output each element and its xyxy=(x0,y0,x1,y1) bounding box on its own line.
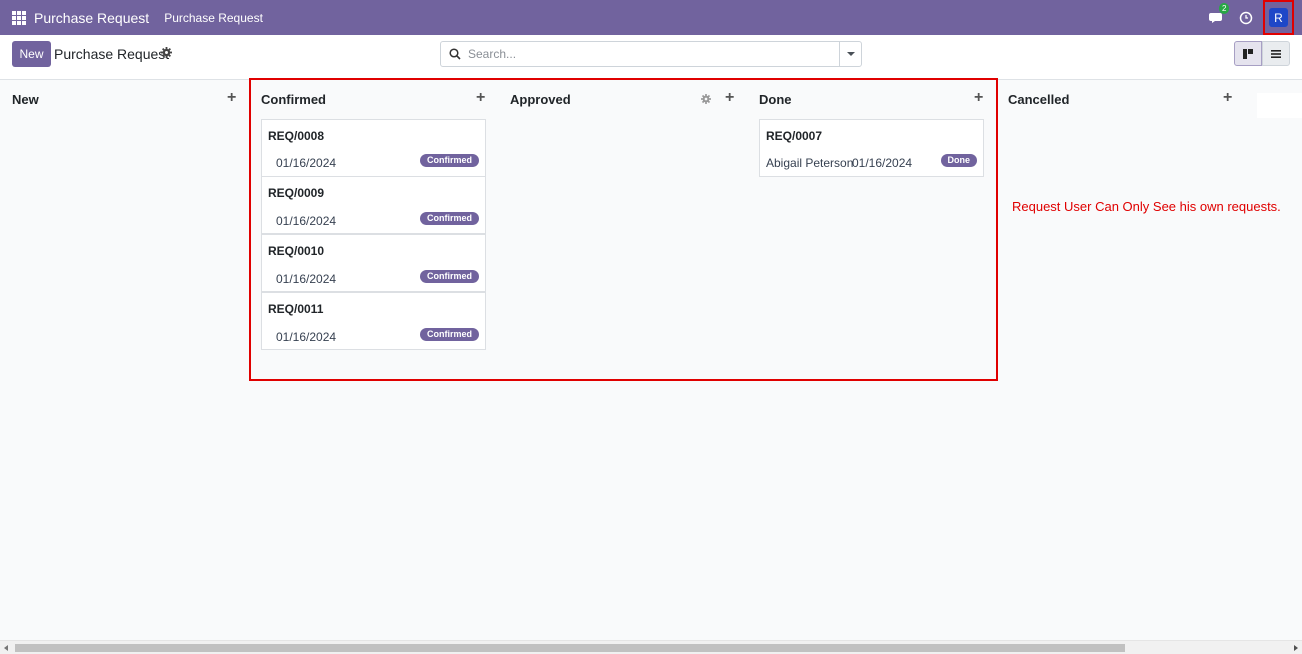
scroll-right-icon[interactable] xyxy=(1294,645,1298,651)
search-bar xyxy=(440,41,862,67)
search-options-toggle[interactable] xyxy=(839,42,861,66)
search-input[interactable] xyxy=(468,47,838,61)
quick-create-confirmed-icon[interactable]: + xyxy=(476,90,486,106)
card-user: Abigail Peterson xyxy=(766,156,854,170)
column-header-done[interactable]: Done xyxy=(759,92,792,108)
kanban-card[interactable]: REQ/0009 01/16/2024 Confirmed xyxy=(261,176,486,234)
kanban-view-button[interactable] xyxy=(1234,41,1262,66)
navbar-systray: 2 R xyxy=(1209,0,1302,35)
status-badge: Confirmed xyxy=(420,270,479,283)
column-gear-icon[interactable] xyxy=(701,94,711,104)
list-icon xyxy=(1271,49,1281,58)
activity-clock-icon[interactable] xyxy=(1239,11,1253,25)
kanban-icon xyxy=(1243,48,1253,59)
card-reference: REQ/0010 xyxy=(268,244,325,258)
app-brand[interactable]: Purchase Request xyxy=(34,10,149,26)
messaging-badge: 2 xyxy=(1219,2,1230,14)
user-avatar[interactable]: R xyxy=(1269,8,1288,27)
card-date: 01/16/2024 xyxy=(852,156,913,170)
card-date: 01/16/2024 xyxy=(276,330,337,344)
scroll-left-icon[interactable] xyxy=(4,645,8,651)
card-reference: REQ/0008 xyxy=(268,129,325,143)
breadcrumb-title: Purchase Request xyxy=(54,46,170,62)
control-panel: New Purchase Request xyxy=(0,35,1302,80)
quick-create-done-icon[interactable]: + xyxy=(974,90,984,106)
card-reference: REQ/0009 xyxy=(268,186,325,200)
card-reference: REQ/0011 xyxy=(268,302,324,316)
column-header-new[interactable]: New xyxy=(12,92,39,108)
card-date: 01/16/2024 xyxy=(276,272,337,286)
column-header-approved[interactable]: Approved xyxy=(510,92,571,108)
column-header-confirmed[interactable]: Confirmed xyxy=(261,92,326,108)
quick-create-new-icon[interactable]: + xyxy=(227,90,237,106)
kanban-card[interactable]: REQ/0010 01/16/2024 Confirmed xyxy=(261,234,486,292)
card-reference: REQ/0007 xyxy=(766,129,823,143)
new-button[interactable]: New xyxy=(12,41,51,67)
chevron-down-icon xyxy=(846,52,855,56)
status-badge: Done xyxy=(940,154,977,167)
messaging-icon[interactable]: 2 xyxy=(1209,2,1230,27)
search-icon xyxy=(449,48,461,60)
card-date: 01/16/2024 xyxy=(276,156,337,170)
scrollbar-thumb[interactable] xyxy=(15,644,1125,652)
user-avatar-highlight: R xyxy=(1263,0,1294,35)
card-date: 01/16/2024 xyxy=(276,214,337,228)
column-header-cancelled[interactable]: Cancelled xyxy=(1008,92,1069,108)
kanban-card[interactable]: REQ/0011 01/16/2024 Confirmed xyxy=(261,292,486,350)
status-badge: Confirmed xyxy=(420,154,479,167)
status-badge: Confirmed xyxy=(420,212,479,225)
add-column-area[interactable] xyxy=(1257,93,1302,118)
list-view-button[interactable] xyxy=(1262,41,1290,66)
quick-create-approved-icon[interactable]: + xyxy=(725,90,735,106)
quick-create-cancelled-icon[interactable]: + xyxy=(1223,90,1233,106)
status-badge: Confirmed xyxy=(420,328,479,341)
app-grid-icon[interactable] xyxy=(12,10,26,25)
menu-purchase-request[interactable]: Purchase Request xyxy=(164,11,263,25)
kanban-card[interactable]: REQ/0008 01/16/2024 Confirmed xyxy=(261,119,486,177)
horizontal-scrollbar[interactable] xyxy=(0,640,1302,654)
gear-icon[interactable] xyxy=(161,47,172,58)
top-navbar: Purchase Request Purchase Request 2 R xyxy=(0,0,1302,35)
annotation-note: Request User Can Only See his own reques… xyxy=(1012,199,1281,214)
kanban-card[interactable]: REQ/0007 Abigail Peterson 01/16/2024 Don… xyxy=(759,119,984,177)
